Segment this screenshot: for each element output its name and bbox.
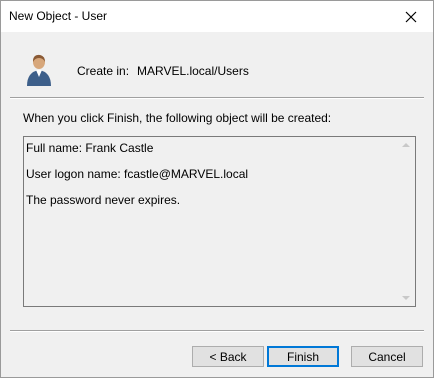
cancel-button[interactable]: Cancel [351, 346, 423, 367]
summary-description: When you click Finish, the following obj… [23, 111, 332, 125]
separator [10, 97, 424, 99]
user-icon [27, 54, 51, 86]
finish-button[interactable]: Finish [267, 346, 339, 367]
title-bar: New Object - User [1, 1, 433, 32]
summary-lines: Full name: Frank Castle User logon name:… [26, 140, 248, 218]
summary-line-logon-name: User logon name: fcastle@MARVEL.local [26, 167, 249, 181]
close-icon [405, 11, 417, 22]
create-in-path: MARVEL.local/Users [137, 64, 249, 78]
summary-textbox[interactable]: Full name: Frank Castle User logon name:… [23, 136, 416, 307]
close-button[interactable] [389, 1, 433, 32]
create-in-label: Create in: [77, 64, 130, 78]
summary-line-full-name: Full name: Frank Castle [26, 141, 154, 155]
summary-line-password: The password never expires. [26, 193, 181, 207]
back-button[interactable]: < Back [192, 346, 264, 367]
scroll-up-arrow-icon[interactable] [402, 143, 410, 147]
new-object-user-dialog: New Object - User Create in: MARVEL.loca… [0, 0, 434, 378]
window-title: New Object - User [9, 9, 108, 23]
footer-separator [10, 330, 424, 332]
summary-scrollbar[interactable] [398, 137, 415, 306]
scroll-down-arrow-icon[interactable] [402, 296, 410, 300]
